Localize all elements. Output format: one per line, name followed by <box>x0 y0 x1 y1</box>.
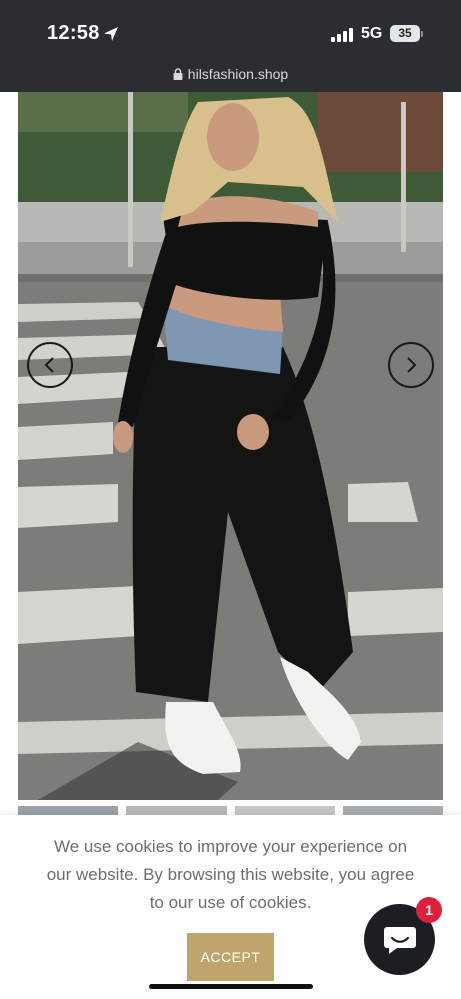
home-indicator <box>149 984 313 989</box>
url-text: hilsfashion.shop <box>187 66 289 82</box>
lock-icon <box>173 68 183 80</box>
cellular-signal-icon <box>331 28 355 42</box>
status-time: 12:58 <box>47 22 100 44</box>
network-type: 5G <box>361 25 383 42</box>
chevron-right-icon <box>407 357 417 373</box>
product-image[interactable] <box>18 92 443 800</box>
chat-notification-badge: 1 <box>416 897 442 923</box>
cookie-message: We use cookies to improve your experienc… <box>46 837 415 912</box>
battery-tip <box>421 31 423 37</box>
url-bar[interactable]: hilsfashion.shop <box>0 66 461 82</box>
location-arrow-icon <box>104 27 118 41</box>
previous-image-button[interactable] <box>27 342 73 388</box>
chat-bubble-icon <box>383 926 416 954</box>
chevron-left-icon <box>44 357 54 373</box>
product-photo <box>18 92 443 800</box>
battery-icon: 35 <box>390 25 420 42</box>
next-image-button[interactable] <box>388 342 434 388</box>
top-bar: 12:58 5G 35 hilsfashion.shop <box>0 0 461 92</box>
accept-cookies-button[interactable]: ACCEPT <box>187 933 274 981</box>
